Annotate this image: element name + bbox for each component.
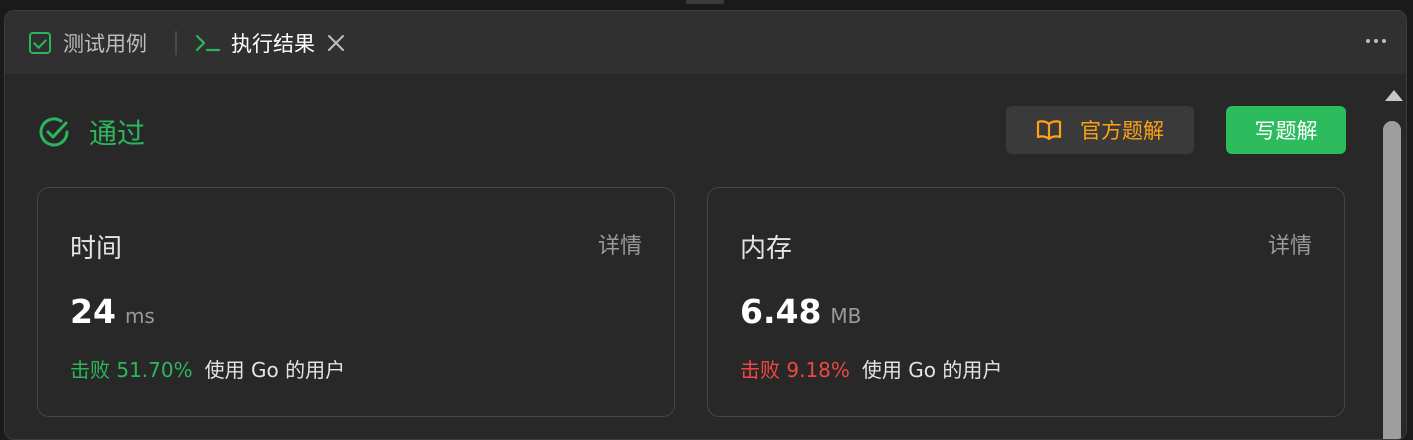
memory-number: 6.48: [740, 292, 822, 331]
check-box-icon: [29, 31, 51, 54]
runtime-value: 24 ms: [70, 292, 155, 331]
memory-beat-suffix: 使用 Go 的用户: [861, 358, 1003, 382]
terminal-icon: [195, 33, 221, 53]
write-solution-button[interactable]: 写题解: [1226, 106, 1346, 154]
more-icon[interactable]: [1366, 39, 1386, 43]
memory-card: 内存 详情 6.48 MB 击败 9.18% 使用 Go 的用户: [707, 187, 1345, 417]
runtime-unit: ms: [124, 304, 155, 328]
tab-result-label: 执行结果: [231, 31, 315, 56]
tab-result[interactable]: 执行结果: [195, 11, 345, 74]
tab-testcase-label: 测试用例: [63, 31, 147, 56]
tab-divider: [175, 31, 177, 55]
status-label: 通过: [89, 117, 146, 150]
memory-beat: 击败 9.18% 使用 Go 的用户: [740, 354, 1002, 383]
write-solution-label: 写题解: [1254, 119, 1318, 143]
tab-testcase[interactable]: 测试用例: [29, 11, 147, 74]
runtime-beat-percent: 击败 51.70%: [70, 358, 193, 382]
runtime-beat: 击败 51.70% 使用 Go 的用户: [70, 354, 345, 383]
result-content: 通过 官方题解 写题解 时间 详情 24 ms 击败 51.70% 使用 Go …: [5, 74, 1377, 439]
runtime-beat-suffix: 使用 Go 的用户: [204, 358, 346, 382]
book-icon: [1036, 119, 1062, 141]
vertical-scrollbar[interactable]: [1377, 74, 1406, 439]
result-panel: 测试用例 执行结果 通过 官方题解 写题解 时间 详情 24 ms 击败 51.…: [4, 10, 1407, 440]
memory-detail-link[interactable]: 详情: [1268, 228, 1312, 260]
runtime-number: 24: [70, 292, 116, 331]
check-circle-icon: [37, 115, 71, 149]
close-icon[interactable]: [327, 34, 345, 52]
memory-title: 内存: [740, 234, 793, 264]
memory-beat-percent: 击败 9.18%: [740, 358, 850, 382]
scroll-thumb[interactable]: [1383, 121, 1401, 439]
scroll-up-arrow-icon[interactable]: [1385, 90, 1403, 101]
runtime-detail-link[interactable]: 详情: [598, 228, 642, 260]
official-solution-label: 官方题解: [1080, 119, 1164, 143]
tab-bar: 测试用例 执行结果: [5, 11, 1406, 74]
runtime-title: 时间: [70, 234, 123, 264]
runtime-card: 时间 详情 24 ms 击败 51.70% 使用 Go 的用户: [37, 187, 675, 417]
memory-value: 6.48 MB: [740, 292, 861, 331]
official-solution-button[interactable]: 官方题解: [1006, 106, 1194, 154]
status-accepted: 通过: [37, 112, 145, 152]
panel-drag-handle[interactable]: [686, 0, 724, 4]
memory-unit: MB: [830, 304, 862, 328]
